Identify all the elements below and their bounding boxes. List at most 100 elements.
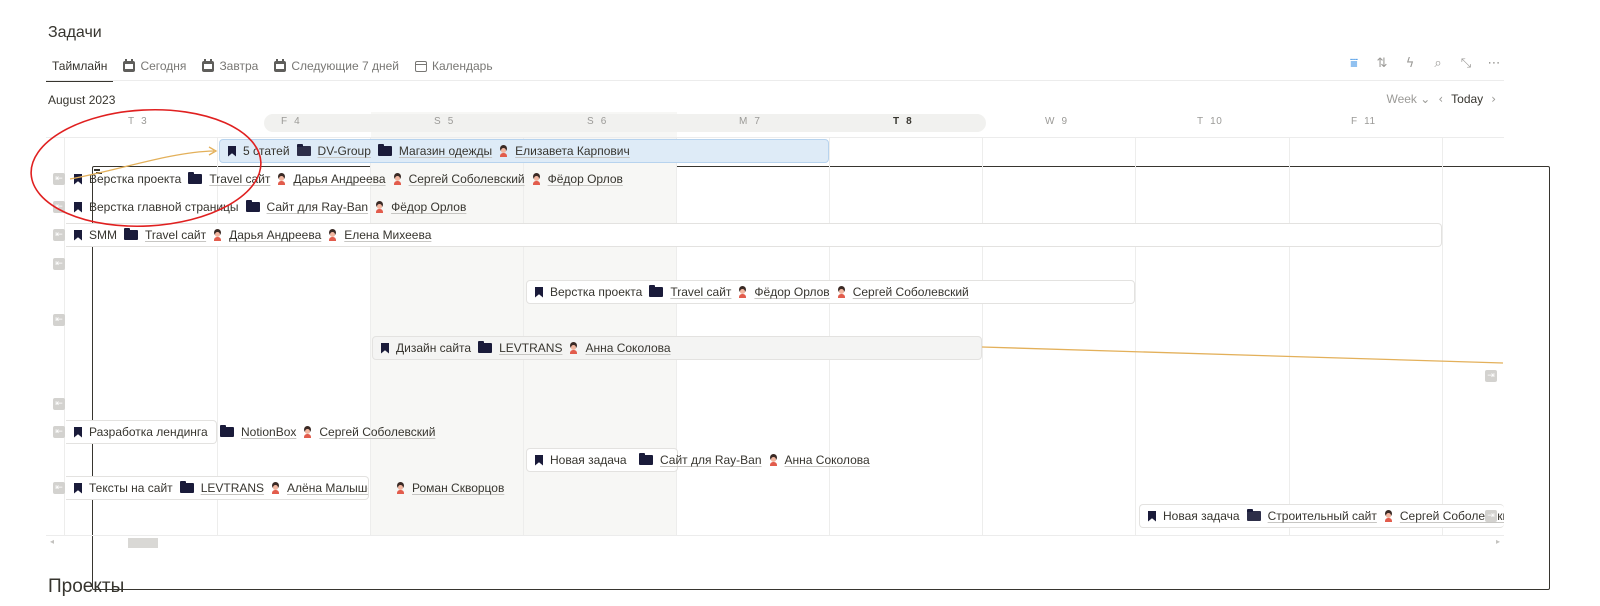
tab-timeline[interactable]: Таймлайн <box>46 54 1550 590</box>
task-project[interactable]: Travel сайт <box>670 285 731 299</box>
task-person[interactable]: Елена Михеева <box>344 228 431 242</box>
task-project[interactable]: LEVTRANS <box>499 341 562 355</box>
scroll-right-arrow-icon[interactable]: ⇥ <box>1485 370 1497 382</box>
task-person[interactable]: Анна Соколова <box>585 341 670 355</box>
calendar-day-icon <box>274 58 287 72</box>
tab-label: Следующие 7 дней <box>291 59 400 73</box>
timeline-month: August 2023 <box>48 93 116 107</box>
gridline <box>64 138 65 536</box>
scroll-left-arrow-icon[interactable]: ⇤ <box>53 229 65 241</box>
tab-next-7-days[interactable]: Следующие 7 дней <box>268 54 405 78</box>
task-client[interactable]: Магазин одежды <box>399 144 492 158</box>
task-project[interactable]: Сайт для Ray-Ban <box>267 200 369 214</box>
folder-icon <box>649 285 664 297</box>
task-project[interactable]: NotionBox <box>241 425 296 439</box>
bookmark-icon <box>535 286 543 298</box>
task-project[interactable]: Travel сайт <box>209 172 270 186</box>
scroll-left-arrow-icon[interactable]: ⇤ <box>53 173 65 185</box>
scroll-right-icon[interactable]: ▸ <box>1496 537 1500 546</box>
day-label: F 11 <box>1351 116 1376 127</box>
lightning-icon[interactable]: ϟ <box>1402 56 1418 72</box>
today-button[interactable]: Today <box>1451 92 1483 106</box>
task-person[interactable]: Анна Соколова <box>785 453 870 467</box>
task-bar[interactable]: SMM Travel сайт Дарья Андреева Елена Мих… <box>66 223 1442 247</box>
avatar-icon <box>396 482 405 494</box>
tab-tomorrow[interactable]: Завтра <box>196 54 264 78</box>
avatar-icon <box>271 482 280 494</box>
folder-icon <box>245 200 260 212</box>
task-person[interactable]: Фёдор Орлов <box>391 200 466 214</box>
tab-calendar[interactable]: Календарь <box>409 54 499 78</box>
view-toolbar: ⩸ ⇅ ϟ ⌕ ⤡ ⋯ <box>1346 56 1502 72</box>
more-icon[interactable]: ⋯ <box>1486 56 1502 72</box>
scroll-right-arrow-icon[interactable]: ⇥ <box>1485 510 1497 522</box>
next-icon[interactable]: › <box>1491 92 1496 106</box>
sort-icon[interactable]: ⇅ <box>1374 56 1390 72</box>
task-person[interactable]: Фёдор Орлов <box>754 285 829 299</box>
avatar-icon <box>328 229 337 241</box>
calendar-day-icon <box>202 58 215 72</box>
task-name: Верстка проекта <box>89 172 182 186</box>
task-project[interactable]: DV-Group <box>318 144 371 158</box>
expand-icon[interactable]: ⤡ <box>1458 56 1474 72</box>
task-bar[interactable]: Дизайн сайта LEVTRANS Анна Соколова <box>372 336 982 360</box>
search-icon[interactable]: ⌕ <box>1430 56 1446 72</box>
bookmark-icon <box>74 482 82 494</box>
tab-label: Календарь <box>432 59 493 73</box>
tab-label: Завтра <box>219 59 259 73</box>
bookmark-icon <box>381 342 389 354</box>
scrollbar-thumb[interactable] <box>128 538 158 548</box>
task-person[interactable]: Елизавета Карпович <box>515 144 630 158</box>
day-label: F 4 <box>281 116 301 127</box>
header-divider <box>46 137 1504 138</box>
task-person[interactable]: Алёна Малышева <box>287 481 368 495</box>
day-label: S 6 <box>587 116 607 127</box>
task-bar[interactable]: Верстка проекта Travel сайт Фёдор Орлов … <box>526 280 1135 304</box>
task-bar[interactable]: 5 статей DV-Group Магазин одежды Елизаве… <box>219 139 829 163</box>
task-bar[interactable]: Верстка главной страницы Сайт для Ray-Ba… <box>66 195 486 219</box>
task-person[interactable]: Дарья Андреева <box>293 172 385 186</box>
filter-icon[interactable]: ⩸ <box>1346 56 1362 72</box>
view-scale-select[interactable]: Week ⌄ <box>1386 92 1430 106</box>
task-person[interactable]: Дарья Андреева <box>229 228 321 242</box>
folder-icon <box>188 172 203 184</box>
bookmark-icon <box>74 201 82 213</box>
bookmark-icon <box>74 426 82 438</box>
avatar-icon <box>393 173 402 185</box>
avatar-icon <box>303 426 312 438</box>
task-person[interactable]: Роман Скворцов <box>412 481 504 495</box>
task-person[interactable]: Сергей Соболевский <box>319 425 435 439</box>
task-person[interactable]: Сергей Соболевский <box>409 172 525 186</box>
task-person[interactable]: Сергей Соболевский <box>853 285 969 299</box>
task-bar[interactable]: Тексты на сайт LEVTRANS Алёна Малышева <box>66 476 369 500</box>
scroll-left-arrow-icon[interactable]: ⇤ <box>53 398 65 410</box>
bookmark-icon <box>74 173 82 185</box>
avatar-icon <box>213 229 222 241</box>
task-properties: Роман Скворцов <box>396 476 504 500</box>
task-project[interactable]: Сайт для Ray-Ban <box>660 453 762 467</box>
task-name: 5 статей <box>243 144 290 158</box>
task-project[interactable]: Строительный сайт <box>1268 509 1377 523</box>
gridline <box>1442 138 1443 536</box>
avatar-icon <box>532 173 541 185</box>
task-person[interactable]: Фёдор Орлов <box>548 172 623 186</box>
task-name: Верстка главной страницы <box>89 200 239 214</box>
scroll-left-arrow-icon[interactable]: ⇤ <box>53 201 65 213</box>
scroll-left-arrow-icon[interactable]: ⇤ <box>53 314 65 326</box>
horizontal-scrollbar[interactable]: ◂ ▸ <box>46 537 1504 550</box>
task-bar[interactable]: Разработка лендинга <box>66 420 217 444</box>
task-project[interactable]: Travel сайт <box>145 228 206 242</box>
tab-today[interactable]: Сегодня <box>117 54 192 78</box>
bookmark-icon <box>535 454 543 466</box>
scroll-left-arrow-icon[interactable]: ⇤ <box>53 482 65 494</box>
bookmark-icon <box>74 229 82 241</box>
prev-icon[interactable]: ‹ <box>1438 92 1443 106</box>
bookmark-icon <box>1148 510 1156 522</box>
timeline-bottom-border <box>46 535 1504 536</box>
scroll-left-arrow-icon[interactable]: ⇤ <box>53 258 65 270</box>
scroll-left-icon[interactable]: ◂ <box>50 537 54 546</box>
task-bar[interactable]: Верстка проекта Travel сайт Дарья Андрее… <box>66 167 646 191</box>
task-project[interactable]: LEVTRANS <box>201 481 264 495</box>
task-bar[interactable]: Новая задача Строительный сайт Сергей Со… <box>1139 504 1504 528</box>
scroll-left-arrow-icon[interactable]: ⇤ <box>53 426 65 438</box>
